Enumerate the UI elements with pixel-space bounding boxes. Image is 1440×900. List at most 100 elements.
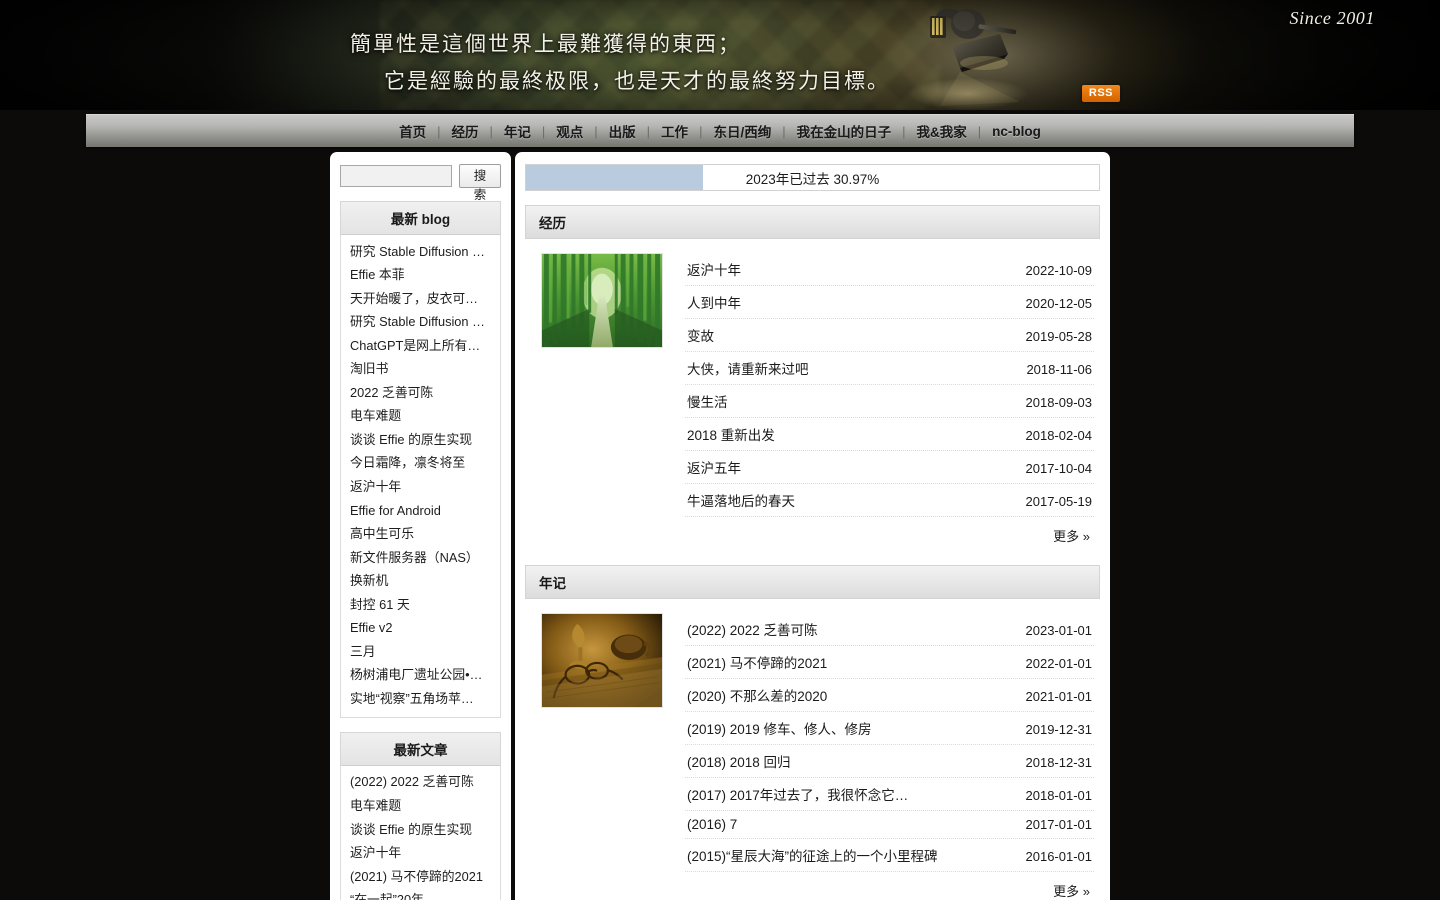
- list-item[interactable]: 研究 Stable Diffusion …: [341, 240, 500, 264]
- list-item[interactable]: 电车难题: [341, 794, 500, 818]
- entry-list: (2022) 2022 乏善可陈 2023-01-01 (2021) 马不停蹄的20…: [685, 613, 1100, 900]
- entry-date: 2016-01-01: [1025, 849, 1093, 864]
- table-row[interactable]: 大侠，请重新来过吧 2018-11-06: [685, 352, 1094, 385]
- entry-date: 2017-10-04: [1025, 461, 1093, 476]
- entry-date: 2018-02-04: [1025, 428, 1093, 443]
- list-item[interactable]: 今日霜降，凛冬将至: [341, 452, 500, 476]
- list-item[interactable]: 电车难题: [341, 405, 500, 429]
- entry-list: 返沪十年 2022-10-09 人到中年 2020-12-05 变故 2019-05-28…: [685, 253, 1100, 547]
- table-row[interactable]: (2020) 不那么差的2020 2021-01-01: [685, 679, 1094, 712]
- nav-item-出版[interactable]: 出版: [598, 121, 647, 141]
- nav-item-工作[interactable]: 工作: [650, 121, 699, 141]
- nav-item-经历[interactable]: 经历: [441, 121, 490, 141]
- search-input[interactable]: [340, 165, 452, 187]
- list-item[interactable]: 封控 61 天: [341, 593, 500, 617]
- entry-title: (2016) 7: [687, 817, 738, 832]
- entry-title: (2019) 2019 修车、修人、修房: [687, 722, 872, 737]
- list-item[interactable]: (2021) 马不停蹄的2021: [341, 865, 500, 889]
- list-item[interactable]: 谈谈 Effie 的原生实现: [341, 818, 500, 842]
- list-item[interactable]: 返沪十年: [341, 842, 500, 866]
- entry-title: 慢生活: [687, 395, 728, 410]
- table-row[interactable]: (2019) 2019 修车、修人、修房 2019-12-31: [685, 712, 1094, 745]
- list-item[interactable]: 实地“视察”五角场苹…: [341, 687, 500, 711]
- list-item[interactable]: 谈谈 Effie 的原生实现: [341, 428, 500, 452]
- list-item[interactable]: ChatGPT是网上所有…: [341, 334, 500, 358]
- table-row[interactable]: 返沪十年 2022-10-09: [685, 253, 1094, 286]
- nav-item-我&我家[interactable]: 我&我家: [906, 121, 978, 141]
- main-content: 2023年已过去 30.97% 经历 返沪十年 2022-10-09 人到中年 …: [515, 152, 1110, 900]
- rss-button[interactable]: RSS: [1081, 85, 1120, 103]
- table-row[interactable]: (2016) 7 2017-01-01: [685, 811, 1094, 839]
- banner-quote-line-2: 它是經驗的最終极限，也是天才的最終努力目標。: [384, 69, 890, 93]
- table-row[interactable]: 变故 2019-05-28: [685, 319, 1094, 352]
- content-sections: 经历 返沪十年 2022-10-09 人到中年 2020-12-05 变故 20…: [525, 205, 1100, 900]
- table-row[interactable]: (2022) 2022 乏善可陈 2023-01-01: [685, 613, 1094, 646]
- entry-date: 2019-12-31: [1025, 722, 1093, 737]
- list-item[interactable]: (2022) 2022 乏善可陈: [341, 771, 500, 795]
- table-row[interactable]: (2018) 2018 回归 2018-12-31: [685, 745, 1094, 778]
- entry-date: 2017-05-19: [1025, 494, 1093, 509]
- nav-item-首页[interactable]: 首页: [388, 121, 437, 141]
- sidebar-block-title: 最新 blog: [340, 201, 501, 235]
- sidebar-block-最新 blog: 最新 blog 研究 Stable Diffusion … Effie 本菲 天开始暖…: [340, 201, 501, 718]
- search-form: 搜索: [340, 164, 501, 202]
- table-row[interactable]: 返沪五年 2017-10-04: [685, 451, 1094, 484]
- entry-title: 大侠，请重新来过吧: [687, 362, 809, 377]
- section-thumbnail-image[interactable]: [541, 613, 663, 708]
- section-thumbnail-image[interactable]: [541, 253, 663, 348]
- table-row[interactable]: (2021) 马不停蹄的2021 2022-01-01: [685, 646, 1094, 679]
- entry-date: 2018-12-31: [1025, 755, 1093, 770]
- nav-item-东日/西绚[interactable]: 东日/西绚: [702, 121, 782, 141]
- entry-title: 2018 重新出发: [687, 428, 775, 443]
- sidebar: 搜索 最新 blog 研究 Stable Diffusion … Effie 本菲天…: [330, 152, 511, 900]
- content-section-经历: 经历 返沪十年 2022-10-09 人到中年 2020-12-05 变故 20…: [525, 205, 1100, 551]
- nav-item-我在金山的日子[interactable]: 我在金山的日子: [786, 121, 903, 141]
- entry-date: 2018-01-01: [1025, 788, 1093, 803]
- more-link[interactable]: 更多 »: [685, 872, 1094, 900]
- entry-date: 2022-10-09: [1025, 263, 1093, 278]
- list-item[interactable]: 新文件服务器（NAS）: [341, 546, 500, 570]
- entry-date: 2020-12-05: [1025, 296, 1093, 311]
- table-row[interactable]: (2017) 2017年过去了，我很怀念它… 2018-01-01: [685, 778, 1094, 811]
- table-row[interactable]: 牛逼落地后的春天 2017-05-19: [685, 484, 1094, 517]
- entry-title: (2018) 2018 回归: [687, 755, 791, 770]
- entry-date: 2019-05-28: [1025, 329, 1093, 344]
- search-button[interactable]: 搜索: [459, 164, 501, 202]
- entry-date: 2021-01-01: [1025, 689, 1093, 704]
- sidebar-list: 研究 Stable Diffusion … Effie 本菲 天开始暖了，皮衣可… 研…: [340, 235, 501, 718]
- table-row[interactable]: 人到中年 2020-12-05: [685, 286, 1094, 319]
- list-item[interactable]: 研究 Stable Diffusion …: [341, 311, 500, 335]
- more-link[interactable]: 更多 »: [685, 517, 1094, 547]
- entry-title: 牛逼落地后的春天: [687, 494, 795, 509]
- list-item[interactable]: Effie v2: [341, 617, 500, 641]
- nav-item-年记[interactable]: 年记: [493, 121, 542, 141]
- list-item[interactable]: 换新机: [341, 570, 500, 594]
- year-progress-label: 2023年已过去 30.97%: [745, 171, 880, 187]
- nav-item-观点[interactable]: 观点: [545, 121, 594, 141]
- list-item[interactable]: Effie 本菲: [341, 264, 500, 288]
- entry-date: 2023-01-01: [1025, 623, 1093, 638]
- table-row[interactable]: (2015)“星辰大海”的征途上的一个小里程碑 2016-01-01: [685, 839, 1094, 872]
- nav-item-nc-blog[interactable]: nc-blog: [981, 124, 1052, 139]
- entry-title: (2021) 马不停蹄的2021: [687, 656, 828, 671]
- entry-date: 2018-09-03: [1025, 395, 1093, 410]
- list-item[interactable]: 淘旧书: [341, 358, 500, 382]
- entry-title: 返沪十年: [687, 263, 741, 278]
- sidebar-list: (2022) 2022 乏善可陈 电车难题 谈谈 Effie 的原生实现 返沪十年 (2…: [340, 765, 501, 900]
- entry-title: 变故: [687, 329, 714, 344]
- section-body: 返沪十年 2022-10-09 人到中年 2020-12-05 变故 2019-05-28…: [525, 239, 1100, 551]
- entry-title: 返沪五年: [687, 461, 741, 476]
- list-item[interactable]: 天开始暖了，皮衣可…: [341, 287, 500, 311]
- list-item[interactable]: 高中生可乐: [341, 523, 500, 547]
- list-item[interactable]: 2022 乏善可陈: [341, 381, 500, 405]
- section-body: (2022) 2022 乏善可陈 2023-01-01 (2021) 马不停蹄的20…: [525, 599, 1100, 900]
- list-item[interactable]: Effie for Android: [341, 499, 500, 523]
- entry-title: (2015)“星辰大海”的征途上的一个小里程碑: [687, 849, 938, 864]
- list-item[interactable]: 返沪十年: [341, 475, 500, 499]
- list-item[interactable]: 三月: [341, 640, 500, 664]
- entry-title: (2020) 不那么差的2020: [687, 689, 828, 704]
- table-row[interactable]: 慢生活 2018-09-03: [685, 385, 1094, 418]
- list-item[interactable]: “在一起”20年: [341, 889, 500, 900]
- list-item[interactable]: 杨树浦电厂遗址公园•…: [341, 664, 500, 688]
- table-row[interactable]: 2018 重新出发 2018-02-04: [685, 418, 1094, 451]
